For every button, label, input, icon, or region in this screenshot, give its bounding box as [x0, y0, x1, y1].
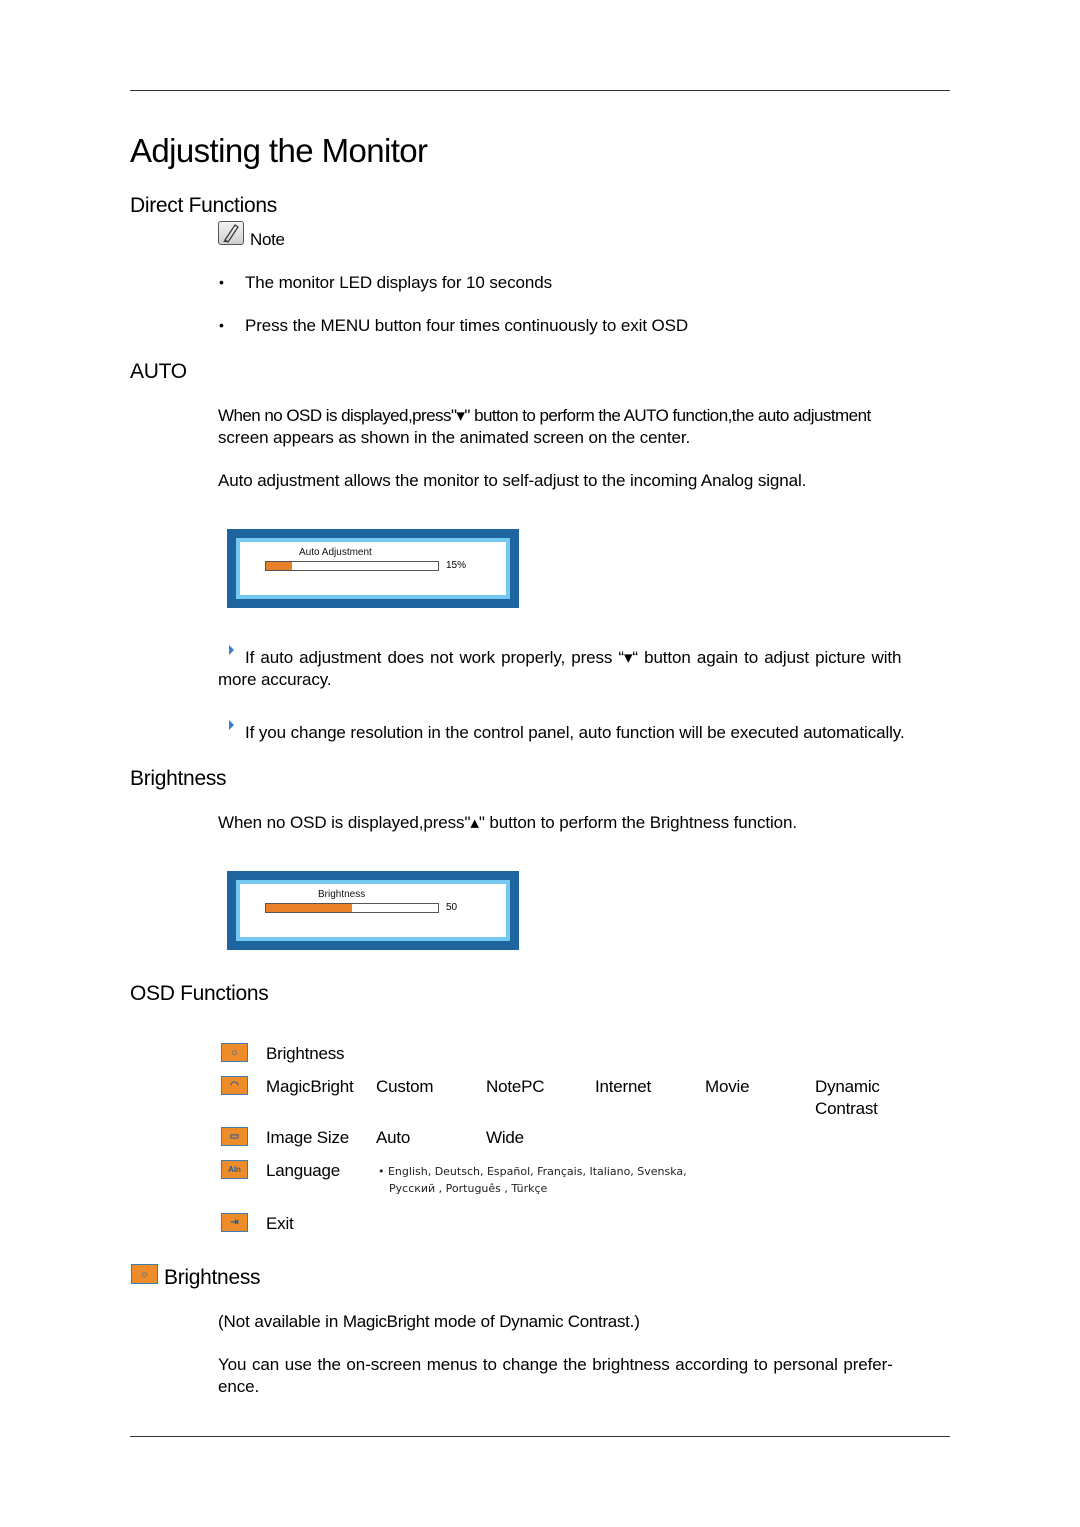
- section-heading-brightness: Brightness: [130, 767, 227, 790]
- image-size-icon: ▭: [221, 1127, 248, 1146]
- menu-option: Custom: [376, 1077, 434, 1096]
- menu-option: Contrast: [815, 1099, 878, 1118]
- osd-progress-bar: [265, 903, 439, 913]
- bullet-text: The monitor LED displays for 10 seconds: [245, 273, 552, 292]
- brightness-paragraph: When no OSD is displayed,press"▴" button…: [218, 813, 798, 832]
- osd-progress-fill: [266, 904, 352, 912]
- section-heading-auto: AUTO: [130, 360, 187, 383]
- osd-progress-bar: [265, 561, 439, 571]
- top-rule: [130, 90, 950, 91]
- osd-progress-fill: [266, 562, 292, 570]
- menu-item-language: Language: [266, 1161, 341, 1180]
- menu-option: Auto: [376, 1128, 411, 1147]
- language-options-line1: • English, Deutsch, Español, Français, I…: [378, 1165, 687, 1178]
- osd-value: 15%: [446, 560, 467, 571]
- tip-1-line1: If auto adjustment does not work properl…: [245, 648, 902, 667]
- auto-adjustment-osd: Auto Adjustment 15%: [227, 529, 519, 608]
- dynamic-contrast-term: Dynamic Contrast: [499, 1312, 630, 1331]
- page-title: Adjusting the Monitor: [130, 132, 428, 169]
- tip-2: If you change resolution in the control …: [245, 723, 905, 742]
- section-heading-osd-functions: OSD Functions: [130, 982, 269, 1005]
- bullet-dot: •: [219, 317, 224, 333]
- tip-arrow-icon: [229, 720, 234, 730]
- exit-icon: ⇥: [221, 1213, 248, 1232]
- bullet-text: Press the MENU button four times continu…: [245, 316, 689, 335]
- menu-item-brightness: Brightness: [266, 1044, 345, 1063]
- menu-option: Wide: [486, 1128, 524, 1147]
- menu-item-image-size: Image Size: [266, 1128, 350, 1147]
- auto-paragraph-line1: When no OSD is displayed,press"▾" button…: [218, 406, 871, 425]
- osd-label: Brightness: [318, 889, 366, 900]
- bullet-dot: •: [219, 274, 224, 290]
- bottom-rule: [130, 1436, 950, 1437]
- magicbright-icon: ◠: [221, 1076, 248, 1095]
- tip-1-line2: more accuracy.: [218, 670, 332, 689]
- menu-item-magicbright: MagicBright: [266, 1077, 354, 1096]
- menu-option: Dynamic: [815, 1077, 880, 1096]
- note-label: Note: [250, 230, 285, 249]
- brightness-description-line2: ence.: [218, 1377, 260, 1396]
- tip-arrow-icon: [229, 645, 234, 655]
- menu-item-exit: Exit: [266, 1214, 294, 1233]
- note-pencil-icon: [218, 221, 244, 245]
- brightness-availability-note: (Not available in MagicBright mode of Dy…: [218, 1312, 640, 1331]
- brightness-osd: Brightness 50: [227, 871, 519, 950]
- menu-option: Internet: [595, 1077, 652, 1096]
- osd-value: 50: [446, 902, 458, 913]
- section-heading-direct-functions: Direct Functions: [130, 194, 277, 217]
- brightness-description-line1: You can use the on-screen menus to chang…: [218, 1355, 893, 1374]
- menu-option: NotePC: [486, 1077, 545, 1096]
- auto-paragraph-line2: screen appears as shown in the animated …: [218, 428, 691, 447]
- language-icon: Aln: [221, 1160, 248, 1179]
- osd-label: Auto Adjustment: [299, 547, 372, 558]
- section-heading-brightness-osd: Brightness: [164, 1266, 261, 1289]
- language-options-line2: Русский , Português , Türkçe: [389, 1182, 548, 1195]
- menu-option: Movie: [705, 1077, 750, 1096]
- brightness-sun-icon: ☼: [221, 1043, 248, 1062]
- brightness-sun-icon: ☼: [131, 1264, 158, 1284]
- magicbright-term: MagicBright: [342, 1312, 430, 1331]
- auto-paragraph-2: Auto adjustment allows the monitor to se…: [218, 471, 807, 490]
